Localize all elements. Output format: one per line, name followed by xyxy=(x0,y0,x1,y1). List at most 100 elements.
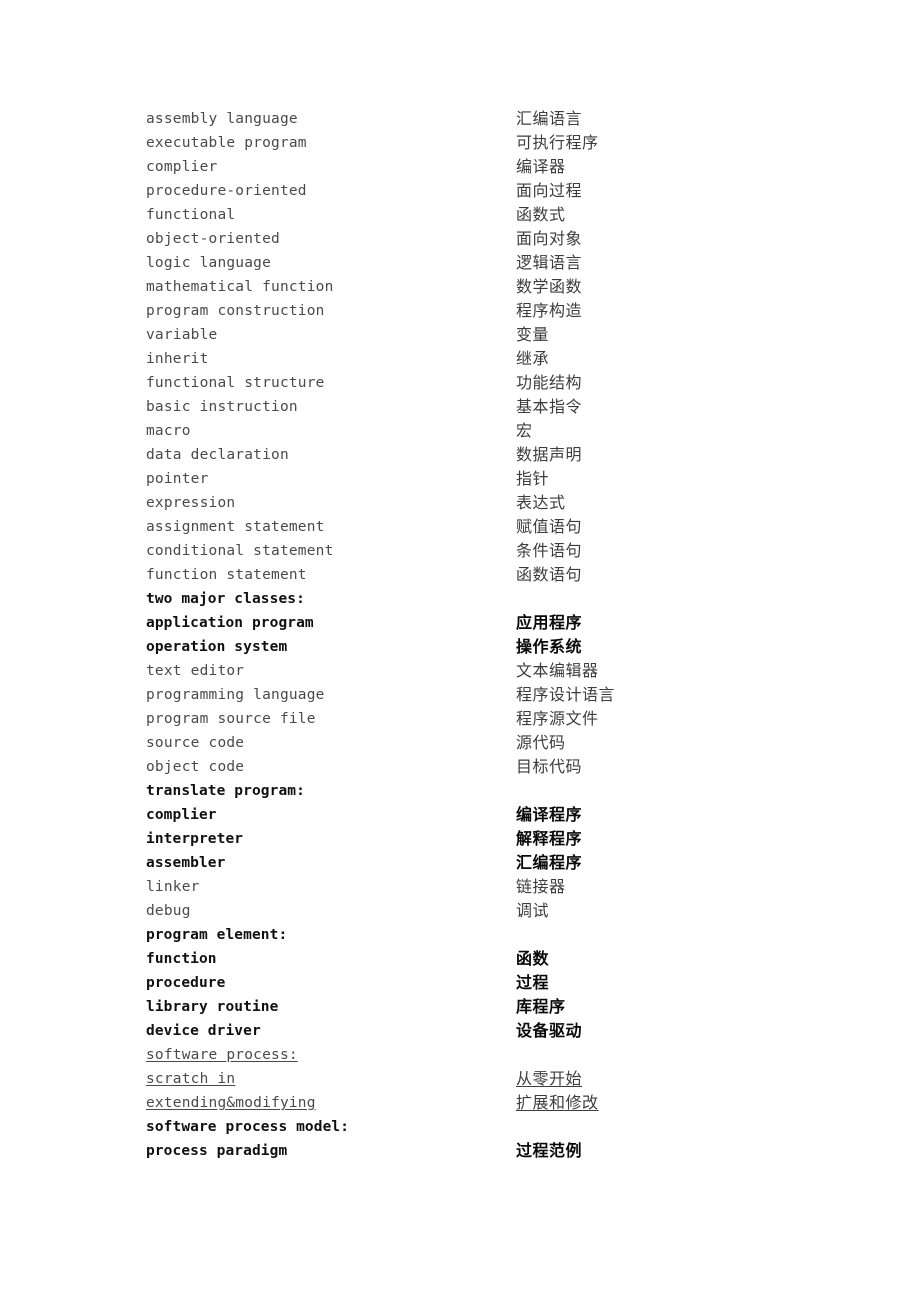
term-chinese: 程序设计语言 xyxy=(516,685,616,704)
glossary-row: library routine 库程序 xyxy=(146,995,846,1019)
term-chinese: 链接器 xyxy=(516,877,566,896)
glossary-row: pointer 指针 xyxy=(146,467,846,491)
term-english: expression xyxy=(146,495,236,511)
glossary-row: program source file 程序源文件 xyxy=(146,707,846,731)
term-chinese: 继承 xyxy=(516,349,550,368)
term-english: complier xyxy=(146,159,218,175)
glossary-row: logic language 逻辑语言 xyxy=(146,251,846,275)
term-chinese: 汇编程序 xyxy=(516,853,583,872)
term-chinese: 赋值语句 xyxy=(516,517,583,536)
glossary-row: extending&modifying 扩展和修改 xyxy=(146,1091,846,1115)
term-english: scratch in xyxy=(146,1071,236,1087)
term-english: mathematical function xyxy=(146,279,334,295)
term-english: interpreter xyxy=(146,831,244,847)
term-chinese: 程序构造 xyxy=(516,301,583,320)
glossary-term-list: assembly language 汇编语言 executable program 可… xyxy=(146,107,846,1163)
term-chinese: 函数 xyxy=(516,949,550,968)
term-english: variable xyxy=(146,327,218,343)
term-english: debug xyxy=(146,903,191,919)
term-english: assembler xyxy=(146,855,226,871)
term-chinese: 程序源文件 xyxy=(516,709,599,728)
glossary-row: macro 宏 xyxy=(146,419,846,443)
term-english: translate program: xyxy=(146,783,305,799)
glossary-row: procedure 过程 xyxy=(146,971,846,995)
term-chinese: 从零开始 xyxy=(516,1069,583,1088)
glossary-row: debug 调试 xyxy=(146,899,846,923)
term-english: linker xyxy=(146,879,200,895)
term-chinese: 基本指令 xyxy=(516,397,583,416)
term-english: macro xyxy=(146,423,191,439)
glossary-row: source code 源代码 xyxy=(146,731,846,755)
term-chinese: 表达式 xyxy=(516,493,566,512)
glossary-row: complier 编译程序 xyxy=(146,803,846,827)
glossary-row: assembly language 汇编语言 xyxy=(146,107,846,131)
glossary-row: linker 链接器 xyxy=(146,875,846,899)
glossary-row: two major classes: xyxy=(146,587,846,611)
glossary-row: inherit 继承 xyxy=(146,347,846,371)
glossary-row: programming language 程序设计语言 xyxy=(146,683,846,707)
term-chinese: 文本编辑器 xyxy=(516,661,599,680)
glossary-row: data declaration 数据声明 xyxy=(146,443,846,467)
term-chinese: 汇编语言 xyxy=(516,109,583,128)
glossary-row: object code 目标代码 xyxy=(146,755,846,779)
term-english: object code xyxy=(146,759,245,775)
term-english: conditional statement xyxy=(146,543,334,559)
term-english: functional structure xyxy=(146,375,325,391)
glossary-row: device driver 设备驱动 xyxy=(146,1019,846,1043)
term-english: data declaration xyxy=(146,447,289,463)
term-english: complier xyxy=(146,807,217,823)
term-chinese: 编译程序 xyxy=(516,805,583,824)
glossary-row: expression 表达式 xyxy=(146,491,846,515)
term-chinese: 函数式 xyxy=(516,205,566,224)
term-chinese: 功能结构 xyxy=(516,373,583,392)
term-english: programming language xyxy=(146,687,325,703)
term-chinese: 条件语句 xyxy=(516,541,583,560)
glossary-row: function statement 函数语句 xyxy=(146,563,846,587)
glossary-row: operation system 操作系统 xyxy=(146,635,846,659)
term-english: software process model: xyxy=(146,1119,350,1135)
glossary-row: assignment statement 赋值语句 xyxy=(146,515,846,539)
term-english: program source file xyxy=(146,711,316,727)
term-chinese: 扩展和修改 xyxy=(516,1093,599,1112)
term-english: library routine xyxy=(146,999,279,1015)
term-english: software process: xyxy=(146,1047,298,1063)
glossary-row: variable 变量 xyxy=(146,323,846,347)
term-english: source code xyxy=(146,735,245,751)
glossary-row: process paradigm 过程范例 xyxy=(146,1139,846,1163)
glossary-row: conditional statement 条件语句 xyxy=(146,539,846,563)
term-chinese: 设备驱动 xyxy=(516,1021,583,1040)
glossary-row: interpreter 解释程序 xyxy=(146,827,846,851)
term-chinese: 库程序 xyxy=(516,997,566,1016)
term-chinese: 源代码 xyxy=(516,733,566,752)
glossary-row: mathematical function 数学函数 xyxy=(146,275,846,299)
term-english: device driver xyxy=(146,1023,261,1039)
term-english: application program xyxy=(146,615,314,631)
term-english: procedure xyxy=(146,975,226,991)
glossary-row: complier 编译器 xyxy=(146,155,846,179)
glossary-row: object-oriented 面向对象 xyxy=(146,227,846,251)
term-english: two major classes: xyxy=(146,591,305,607)
term-chinese: 过程范例 xyxy=(516,1141,583,1160)
term-english: executable program xyxy=(146,135,307,151)
term-chinese: 解释程序 xyxy=(516,829,583,848)
term-english: pointer xyxy=(146,471,209,487)
term-english: extending&modifying xyxy=(146,1095,316,1111)
glossary-row: translate program: xyxy=(146,779,846,803)
glossary-row: functional 函数式 xyxy=(146,203,846,227)
term-english: function statement xyxy=(146,567,307,583)
term-english: inherit xyxy=(146,351,209,367)
term-chinese: 编译器 xyxy=(516,157,566,176)
term-chinese: 数据声明 xyxy=(516,445,583,464)
document-page: assembly language 汇编语言 executable program 可… xyxy=(0,0,920,1302)
glossary-row: scratch in 从零开始 xyxy=(146,1067,846,1091)
term-english: object-oriented xyxy=(146,231,280,247)
term-chinese: 变量 xyxy=(516,325,550,344)
term-chinese: 指针 xyxy=(516,469,550,488)
term-english: procedure-oriented xyxy=(146,183,307,199)
term-english: function xyxy=(146,951,217,967)
glossary-row: program element: xyxy=(146,923,846,947)
term-chinese: 面向对象 xyxy=(516,229,583,248)
term-chinese: 目标代码 xyxy=(516,757,583,776)
term-chinese: 应用程序 xyxy=(516,613,583,632)
term-chinese: 面向过程 xyxy=(516,181,583,200)
